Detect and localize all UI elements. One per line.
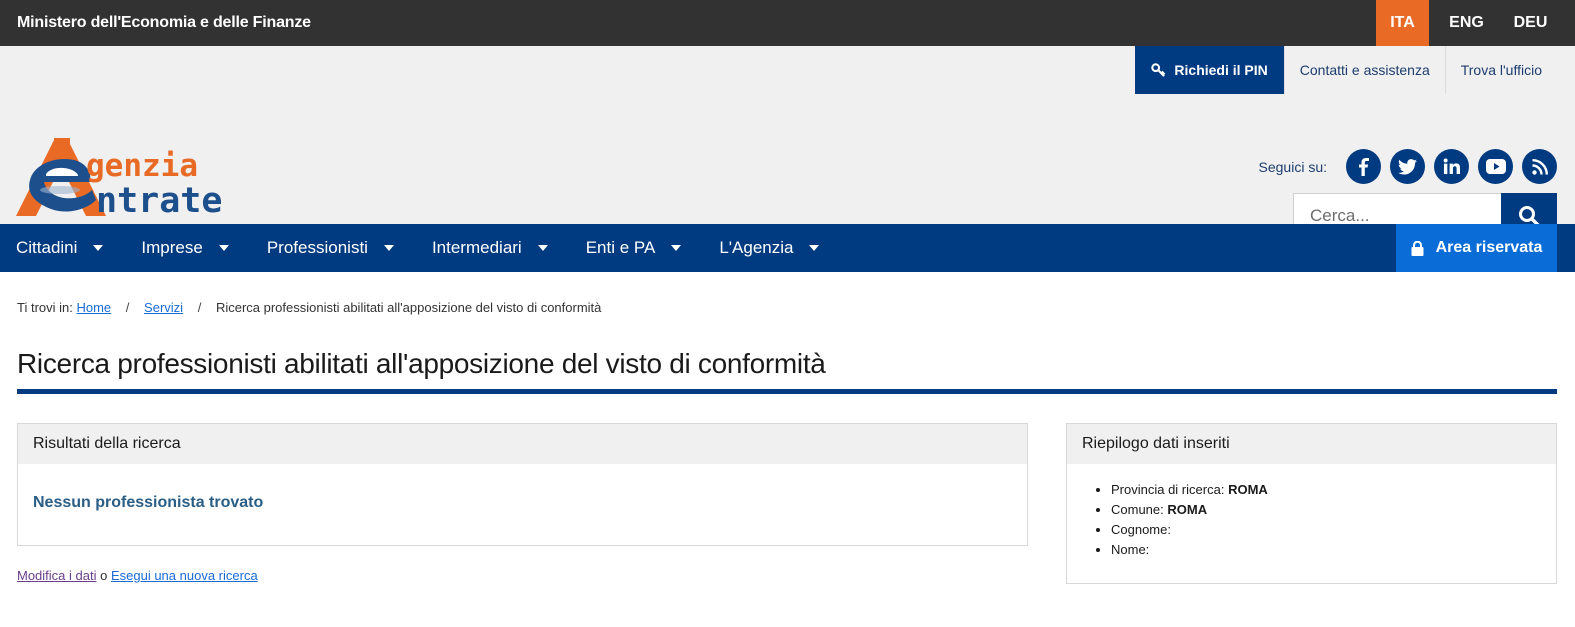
summary-list: Provincia di ricerca: ROMA Comune: ROMA …: [1067, 480, 1556, 560]
reserved-area-label: Area riservata: [1435, 239, 1543, 256]
nav-intermediari[interactable]: Intermediari: [416, 224, 570, 272]
breadcrumb-current: Ricerca professionisti abilitati all'app…: [215, 300, 602, 315]
key-icon: [1151, 62, 1166, 77]
site-header: genzia ntrate Richiedi il PIN Contatti e…: [0, 46, 1575, 238]
request-pin-label: Richiedi il PIN: [1174, 62, 1268, 78]
summary-item-cognome: Cognome:: [1111, 520, 1556, 540]
result-actions: Modifica i dati o Esegui una nuova ricer…: [17, 568, 1028, 583]
page-title: Ricerca professionisti abilitati all'app…: [17, 345, 1557, 394]
summary-item-provincia: Provincia di ricerca: ROMA: [1111, 480, 1556, 500]
ministry-bar: Ministero dell'Economia e delle Finanze …: [0, 0, 1575, 46]
summary-panel: Riepilogo dati inseriti Provincia di ric…: [1066, 423, 1557, 584]
breadcrumb-servizi[interactable]: Servizi: [144, 300, 183, 315]
summary-label: Provincia di ricerca:: [1111, 482, 1225, 497]
social-follow: Seguici su:: [1259, 148, 1557, 185]
nav-label: L'Agenzia: [719, 238, 794, 257]
breadcrumb-separator: /: [197, 300, 202, 315]
summary-label: Nome:: [1111, 542, 1150, 557]
lang-ita[interactable]: ITA: [1376, 0, 1429, 46]
main-content: Ti trovi in: Home / Servizi / Ricerca pr…: [0, 300, 1575, 584]
nav-imprese[interactable]: Imprese: [125, 224, 250, 272]
logo-word-genzia: genzia: [86, 148, 198, 184]
nav-label: Imprese: [141, 238, 203, 257]
nav-enti-pa[interactable]: Enti e PA: [570, 224, 704, 272]
twitter-icon[interactable]: [1390, 149, 1425, 184]
rss-icon[interactable]: [1522, 149, 1557, 184]
nav-label: Professionisti: [266, 238, 368, 257]
nav-label: Cittadini: [16, 238, 78, 257]
nav-cittadini[interactable]: Cittadini: [0, 224, 125, 272]
summary-label: Comune:: [1111, 502, 1164, 517]
contacts-link[interactable]: Contatti e assistenza: [1283, 46, 1445, 94]
summary-value: ROMA: [1228, 482, 1268, 497]
youtube-icon[interactable]: [1478, 149, 1513, 184]
lock-icon: [1411, 240, 1424, 256]
request-pin-button[interactable]: Richiedi il PIN: [1135, 46, 1284, 94]
results-column: Risultati della ricerca Nessun professio…: [17, 423, 1028, 584]
modify-data-link[interactable]: Modifica i dati: [17, 568, 96, 583]
caret-down-icon: [809, 245, 820, 251]
reserved-area-button[interactable]: Area riservata: [1396, 224, 1557, 272]
caret-down-icon: [93, 245, 104, 251]
ministry-name: Ministero dell'Economia e delle Finanze: [17, 14, 311, 31]
main-nav: Cittadini Imprese Professionisti Interme…: [0, 224, 1575, 272]
caret-down-icon: [671, 245, 682, 251]
new-search-link[interactable]: Esegui una nuova ricerca: [111, 568, 258, 583]
lang-eng[interactable]: ENG: [1440, 0, 1493, 46]
breadcrumb-home[interactable]: Home: [76, 300, 111, 315]
actions-separator: o: [100, 568, 108, 583]
nav-label: Enti e PA: [585, 238, 656, 257]
breadcrumb: Ti trovi in: Home / Servizi / Ricerca pr…: [17, 300, 1557, 318]
no-results-message: Nessun professionista trovato: [33, 494, 264, 511]
summary-label: Cognome:: [1111, 522, 1171, 537]
nav-agenzia[interactable]: L'Agenzia: [703, 224, 841, 272]
nav-professionisti[interactable]: Professionisti: [251, 224, 416, 272]
lang-deu[interactable]: DEU: [1504, 0, 1557, 46]
content-columns: Risultati della ricerca Nessun professio…: [17, 423, 1557, 584]
facebook-icon[interactable]: [1346, 149, 1381, 184]
breadcrumb-separator: /: [125, 300, 130, 315]
results-panel: Risultati della ricerca Nessun professio…: [17, 423, 1028, 546]
summary-heading: Riepilogo dati inseriti: [1067, 424, 1556, 464]
agenzia-entrate-logo[interactable]: genzia ntrate: [16, 138, 272, 220]
caret-down-icon: [218, 245, 229, 251]
results-heading: Risultati della ricerca: [18, 424, 1027, 464]
linkedin-icon[interactable]: [1434, 149, 1469, 184]
summary-value: ROMA: [1167, 502, 1208, 517]
caret-down-icon: [383, 245, 394, 251]
find-office-link[interactable]: Trova l'ufficio: [1444, 46, 1557, 94]
summary-item-comune: Comune: ROMA: [1111, 500, 1556, 520]
utility-links: Richiedi il PIN Contatti e assistenza Tr…: [1135, 46, 1557, 94]
nav-label: Intermediari: [431, 238, 522, 257]
language-switcher: ITA ENG DEU: [1376, 0, 1557, 46]
follow-label: Seguici su:: [1258, 158, 1327, 175]
breadcrumb-prefix: Ti trovi in:: [17, 300, 73, 315]
logo-word-ntrate: ntrate: [96, 181, 222, 220]
summary-item-nome: Nome:: [1111, 540, 1556, 560]
caret-down-icon: [537, 245, 548, 251]
